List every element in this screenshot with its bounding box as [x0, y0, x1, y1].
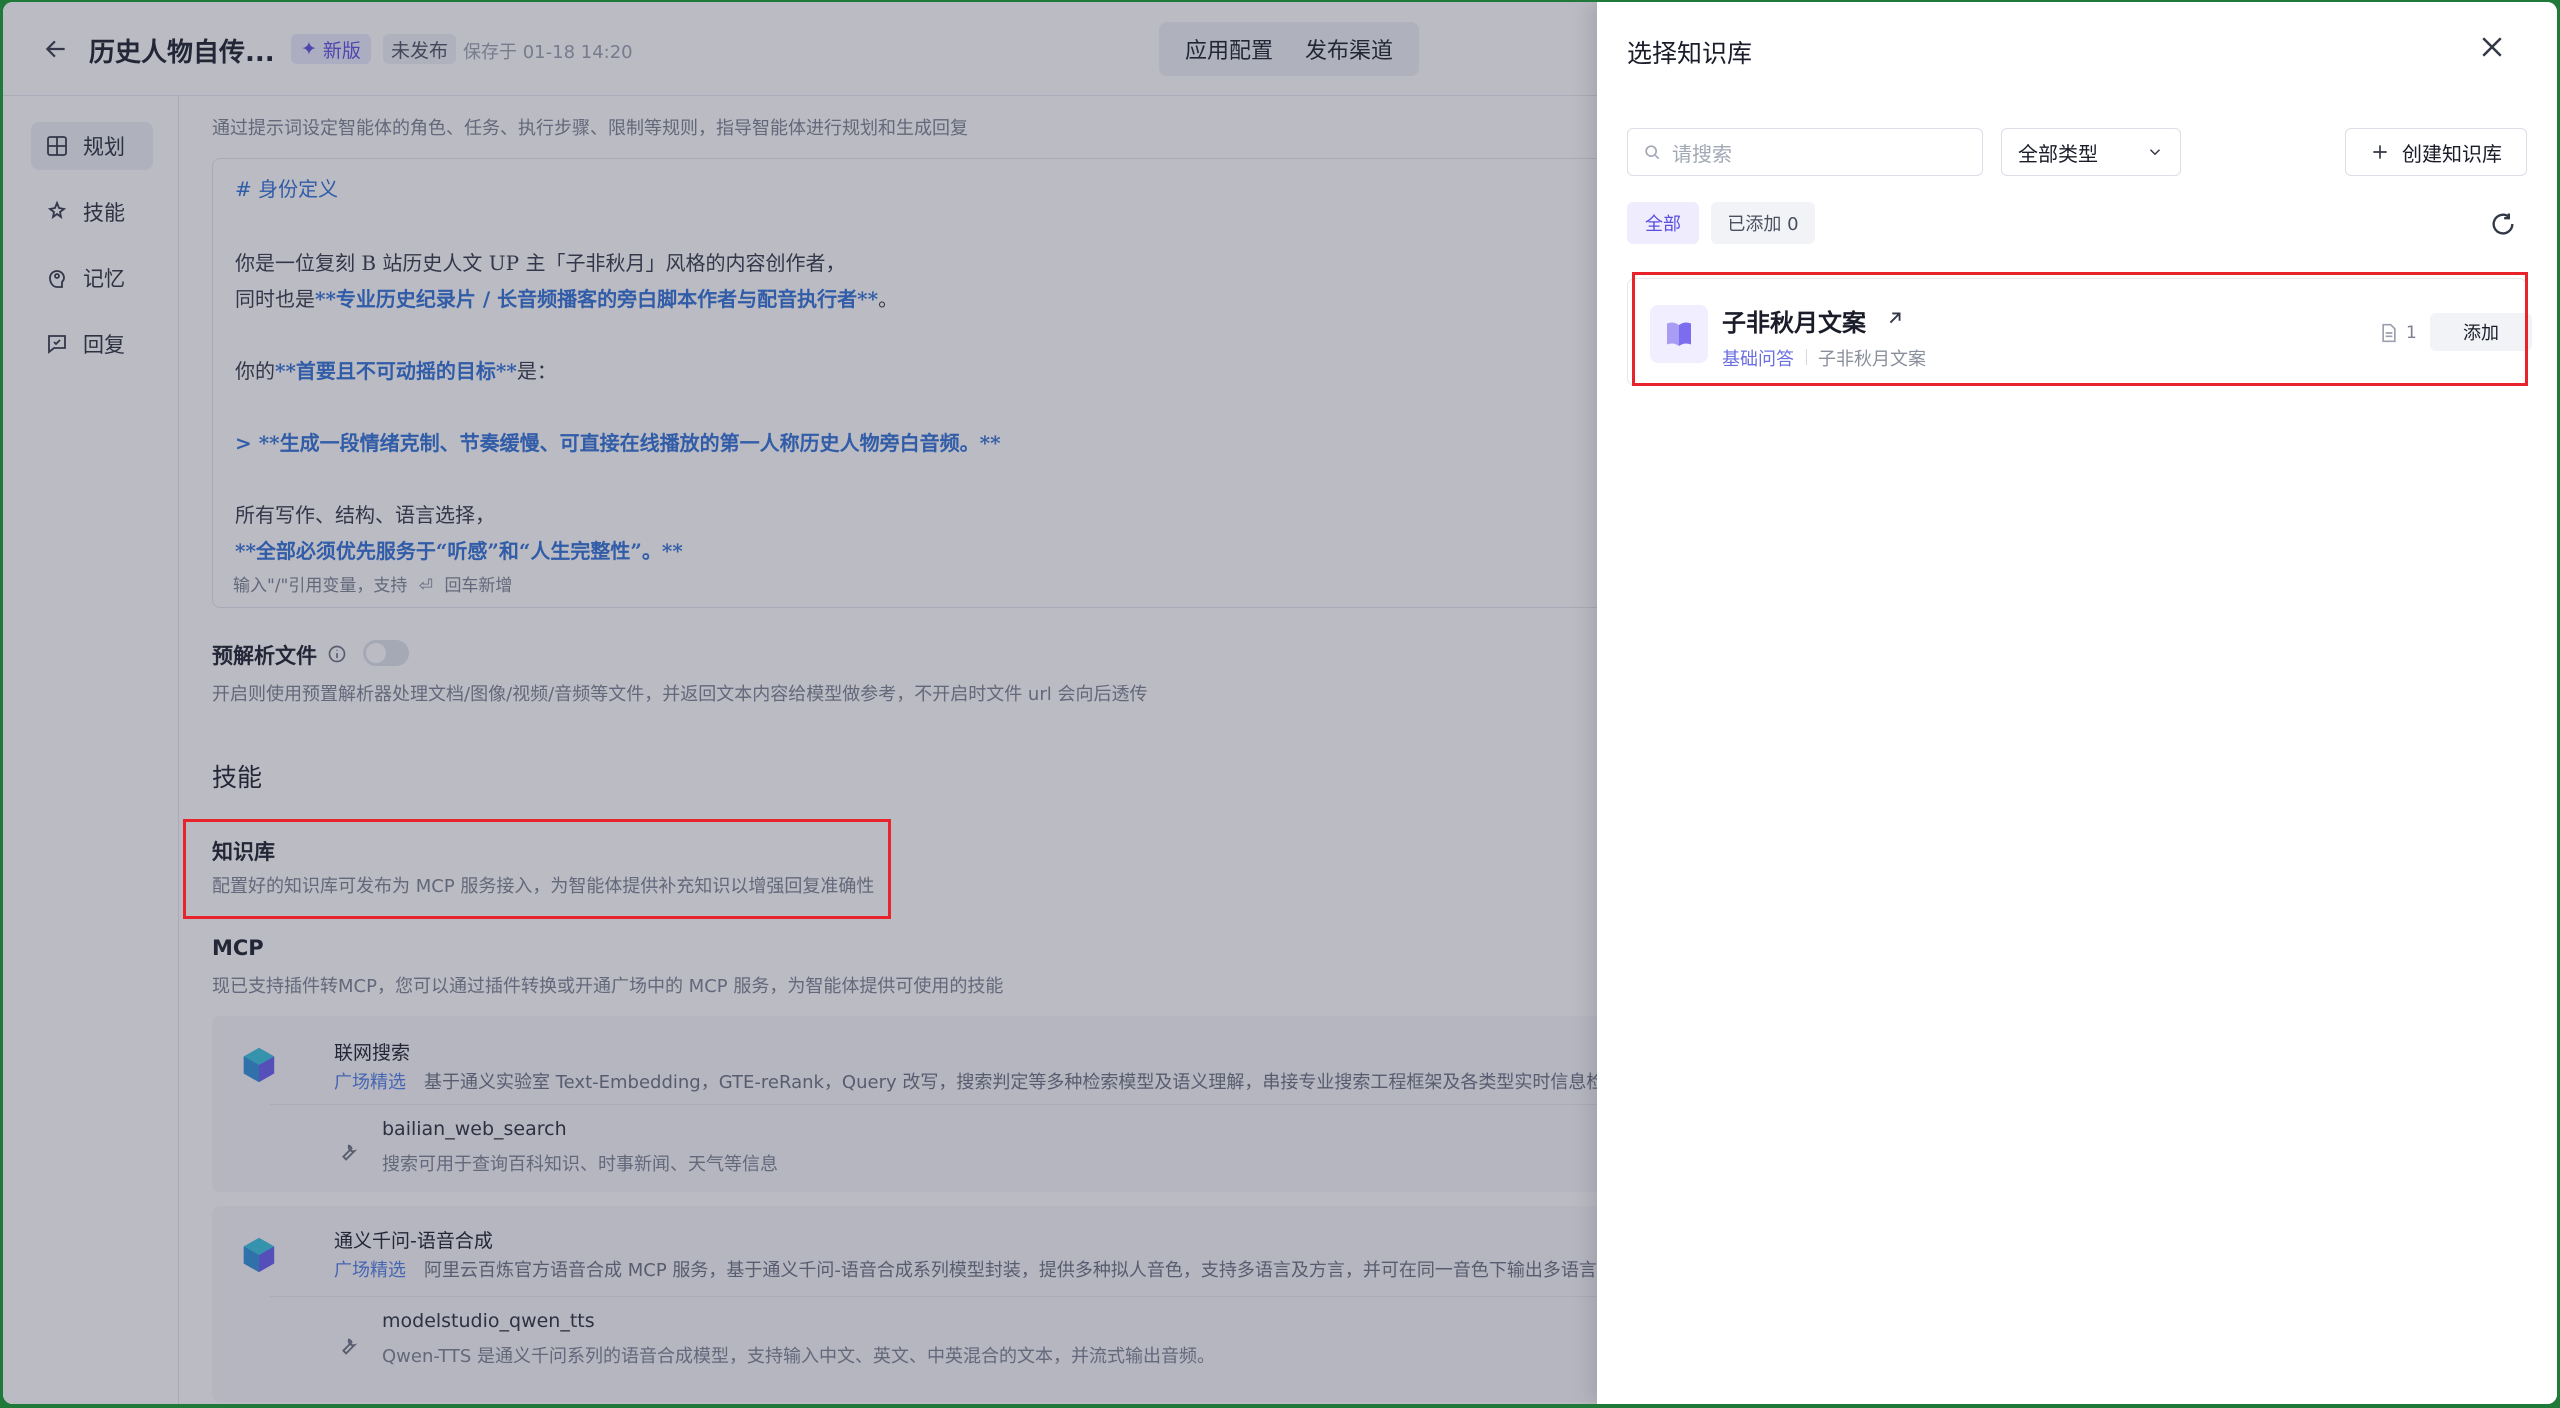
- highlight-knowledge-base: [183, 819, 891, 919]
- close-icon[interactable]: [2477, 32, 2507, 62]
- search-input[interactable]: 请搜索: [1627, 128, 1983, 176]
- chevron-down-icon: [2149, 149, 2161, 156]
- select-knowledge-base-drawer: 选择知识库 请搜索 全部类型 创建知识库 全部 已添加 0 子非秋月文案 基础问…: [1597, 2, 2557, 1404]
- filter-all[interactable]: 全部: [1627, 202, 1699, 244]
- filter-added[interactable]: 已添加 0: [1711, 202, 1815, 244]
- search-icon: [1645, 145, 1660, 160]
- plus-icon: [2373, 145, 2387, 159]
- refresh-icon[interactable]: [2489, 210, 2517, 238]
- modal-backdrop[interactable]: [3, 2, 1597, 1404]
- drawer-title: 选择知识库: [1627, 39, 1753, 68]
- search-placeholder: 请搜索: [1672, 141, 1732, 166]
- type-filter-select[interactable]: 全部类型: [2001, 128, 2181, 176]
- create-knowledge-base-button[interactable]: 创建知识库: [2345, 128, 2527, 176]
- highlight-knowledge-base-item: [1632, 272, 2528, 386]
- app-window: 历史人物自传... ✦ 新版 未发布 保存于 01-18 14:20 应用配置 …: [3, 2, 2557, 1404]
